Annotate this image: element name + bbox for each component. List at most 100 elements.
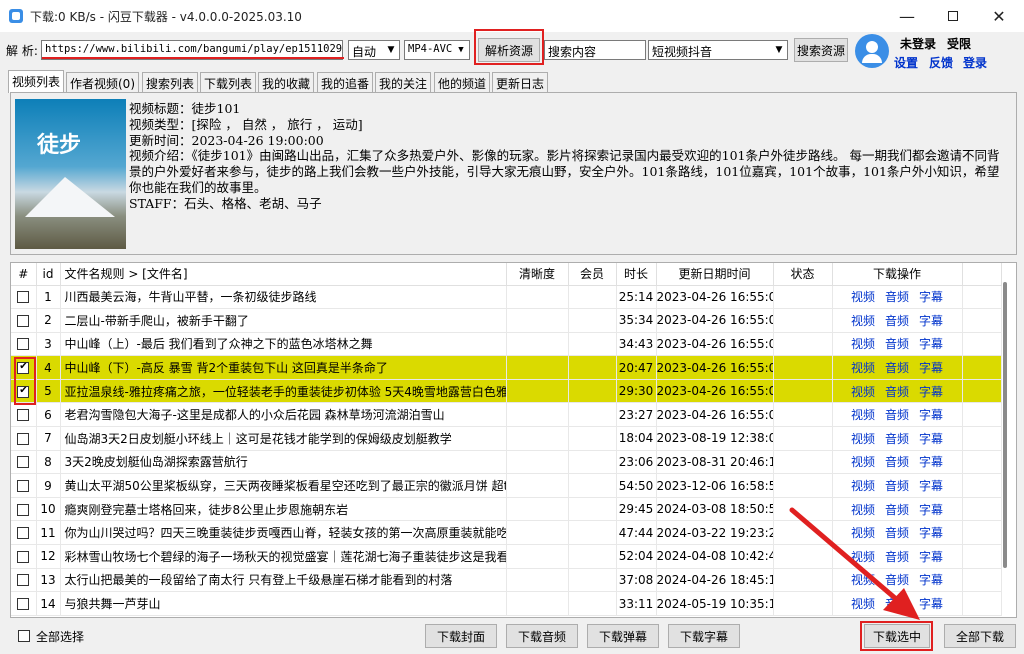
download-subtitle-link[interactable]: 字幕 <box>919 314 943 328</box>
download-danmaku-button[interactable]: 下载弹幕 <box>587 624 659 648</box>
table-row[interactable]: 8 3天2晚皮划艇仙岛湖探索露营航行 23:06 2023-08-31 20:46:1… <box>11 450 1002 475</box>
download-audio-link[interactable]: 音频 <box>885 385 909 399</box>
settings-link[interactable]: 设置 <box>894 54 918 71</box>
tab-changelog[interactable]: 更新日志 <box>492 72 549 92</box>
download-video-link[interactable]: 视频 <box>851 314 875 328</box>
download-audio-link[interactable]: 音频 <box>885 361 909 375</box>
download-subtitle-link[interactable]: 字幕 <box>919 432 943 446</box>
download-video-link[interactable]: 视频 <box>851 290 875 304</box>
checkbox-box[interactable] <box>17 409 30 422</box>
row-id: 13 <box>36 568 61 593</box>
tab-my-bangumi[interactable]: 我的追番 <box>317 72 374 92</box>
checkbox-box[interactable] <box>17 527 30 540</box>
row-checkbox[interactable] <box>11 520 37 546</box>
row-checkbox[interactable] <box>11 308 37 333</box>
tab-video-list[interactable]: 视频列表 <box>8 70 65 93</box>
download-audio-link[interactable]: 音频 <box>885 314 909 328</box>
scrollbar-thumb[interactable] <box>1003 282 1007 568</box>
quality-select[interactable]: 自动 ▼ <box>348 40 400 60</box>
download-subtitle-link[interactable]: 字幕 <box>919 290 943 304</box>
checkbox-box[interactable] <box>17 291 30 304</box>
download-audio-link[interactable]: 音频 <box>885 290 909 304</box>
platform-select[interactable]: 短视频抖音 ▼ <box>648 40 788 60</box>
table-row[interactable]: 6 老君沟雪隐包大海子-这里是成都人的小众后花园 森林草场河流湖泊雪山 23:27 2… <box>11 402 1002 428</box>
checkbox-box[interactable] <box>17 314 30 327</box>
checkbox-box[interactable] <box>17 456 30 469</box>
table-row[interactable]: 7 仙岛湖3天2日皮划艇小环线上｜这可是花钱才能学到的保姆级皮划艇教学 18:04 2… <box>11 426 1002 451</box>
download-subtitle-button[interactable]: 下载字幕 <box>668 624 740 648</box>
row-date: 2023-08-31 20:46:15 <box>656 450 774 475</box>
download-audio-link[interactable]: 音频 <box>885 432 909 446</box>
download-video-link[interactable]: 视频 <box>851 432 875 446</box>
tab-search-list[interactable]: 搜索列表 <box>142 72 199 92</box>
table-row[interactable]: 1 川西最美云海，牛背山平替，一条初级徒步路线 25:14 2023-04-26 16… <box>11 285 1002 310</box>
search-button[interactable]: 搜索资源 <box>794 38 848 62</box>
maximize-button[interactable] <box>930 0 976 32</box>
download-all-button[interactable]: 全部下载 <box>944 624 1016 648</box>
download-video-link[interactable]: 视频 <box>851 385 875 399</box>
close-button[interactable]: ✕ <box>976 0 1022 32</box>
row-checkbox[interactable] <box>11 332 37 357</box>
mountain-graphic <box>25 177 115 217</box>
download-subtitle-link[interactable]: 字幕 <box>919 385 943 399</box>
row-checkbox[interactable] <box>11 591 37 616</box>
video-update-time: 更新时间：2023-04-26 19:00:00 <box>129 132 324 148</box>
checkbox-box[interactable] <box>17 480 30 493</box>
row-checkbox[interactable] <box>11 497 37 522</box>
login-link[interactable]: 登录 <box>963 54 987 71</box>
search-input[interactable]: 搜索内容 <box>544 40 646 60</box>
table-scrollbar[interactable] <box>1000 266 1010 614</box>
tab-download-list[interactable]: 下载列表 <box>200 72 257 92</box>
download-video-link[interactable]: 视频 <box>851 361 875 375</box>
download-subtitle-link[interactable]: 字幕 <box>919 408 943 422</box>
checkbox-box[interactable] <box>17 503 30 516</box>
tab-my-follows[interactable]: 我的关注 <box>375 72 432 92</box>
table-row[interactable]: 5亚拉温泉线-雅拉疼痛之旅，一位轻装老手的重装徒步初体验 5天4晚雪地露营白色雅… <box>11 379 1002 404</box>
table-row[interactable]: 3 中山峰（上）-最后 我们看到了众神之下的蓝色冰塔林之舞 34:43 2023-04… <box>11 332 1002 357</box>
tab-their-channel[interactable]: 他的频道 <box>434 72 491 92</box>
download-video-link[interactable]: 视频 <box>851 455 875 469</box>
row-checkbox[interactable] <box>11 473 37 498</box>
download-subtitle-link[interactable]: 字幕 <box>919 455 943 469</box>
row-checkbox[interactable] <box>11 426 37 451</box>
tab-author-videos[interactable]: 作者视频(0) <box>66 72 139 92</box>
checkbox-box[interactable] <box>17 550 30 563</box>
row-checkbox[interactable] <box>11 544 37 569</box>
format-select[interactable]: MP4-AVC ▼ <box>404 40 470 60</box>
tab-my-favorites[interactable]: 我的收藏 <box>258 72 315 92</box>
select-all-checkbox[interactable] <box>18 628 30 642</box>
row-status <box>773 355 833 380</box>
header-filename[interactable]: 文件名规则 > [文件名] <box>60 263 507 286</box>
checkbox-box[interactable] <box>17 574 30 587</box>
minimize-button[interactable]: — <box>884 0 930 32</box>
feedback-link[interactable]: 反馈 <box>929 54 953 71</box>
row-checkbox[interactable] <box>11 285 37 310</box>
checkbox-box[interactable] <box>17 598 30 611</box>
download-audio-button[interactable]: 下载音频 <box>506 624 578 648</box>
download-audio-link[interactable]: 音频 <box>885 408 909 422</box>
row-checkbox[interactable] <box>11 402 37 428</box>
download-video-link[interactable]: 视频 <box>851 408 875 422</box>
row-checkbox[interactable] <box>11 450 37 475</box>
download-audio-link[interactable]: 音频 <box>885 337 909 351</box>
download-subtitle-link[interactable]: 字幕 <box>919 479 943 493</box>
download-audio-link[interactable]: 音频 <box>885 455 909 469</box>
download-audio-link[interactable]: 音频 <box>885 479 909 493</box>
header-date: 更新日期时间 <box>656 263 774 286</box>
row-date: 2023-04-26 16:55:08 <box>656 379 774 404</box>
table-row[interactable]: 9 黄山太平湖50公里桨板纵穿，三天两夜睡桨板看星空还吃到了最正宗的徽派月饼 超t… <box>11 473 1002 498</box>
avatar[interactable] <box>855 34 889 68</box>
row-checkbox[interactable] <box>11 568 37 593</box>
checkbox-box[interactable] <box>17 338 30 351</box>
table-row[interactable]: 2 二层山-带新手爬山，被新手干翻了 35:34 2023-04-26 16:55:0… <box>11 308 1002 333</box>
download-subtitle-link[interactable]: 字幕 <box>919 361 943 375</box>
row-date: 2024-03-08 18:50:55 <box>656 497 774 522</box>
table-row[interactable]: 4中山峰（下）-高反 暴雪 背2个重装包下山 这回真是半条命了 20:472023… <box>11 355 1002 380</box>
download-video-link[interactable]: 视频 <box>851 479 875 493</box>
checkbox-box[interactable] <box>17 432 30 445</box>
parse-button[interactable]: 解析资源 <box>478 38 540 62</box>
download-subtitle-link[interactable]: 字幕 <box>919 337 943 351</box>
download-video-link[interactable]: 视频 <box>851 337 875 351</box>
row-actions: 视频音频字幕 <box>832 473 963 498</box>
download-cover-button[interactable]: 下载封面 <box>425 624 497 648</box>
